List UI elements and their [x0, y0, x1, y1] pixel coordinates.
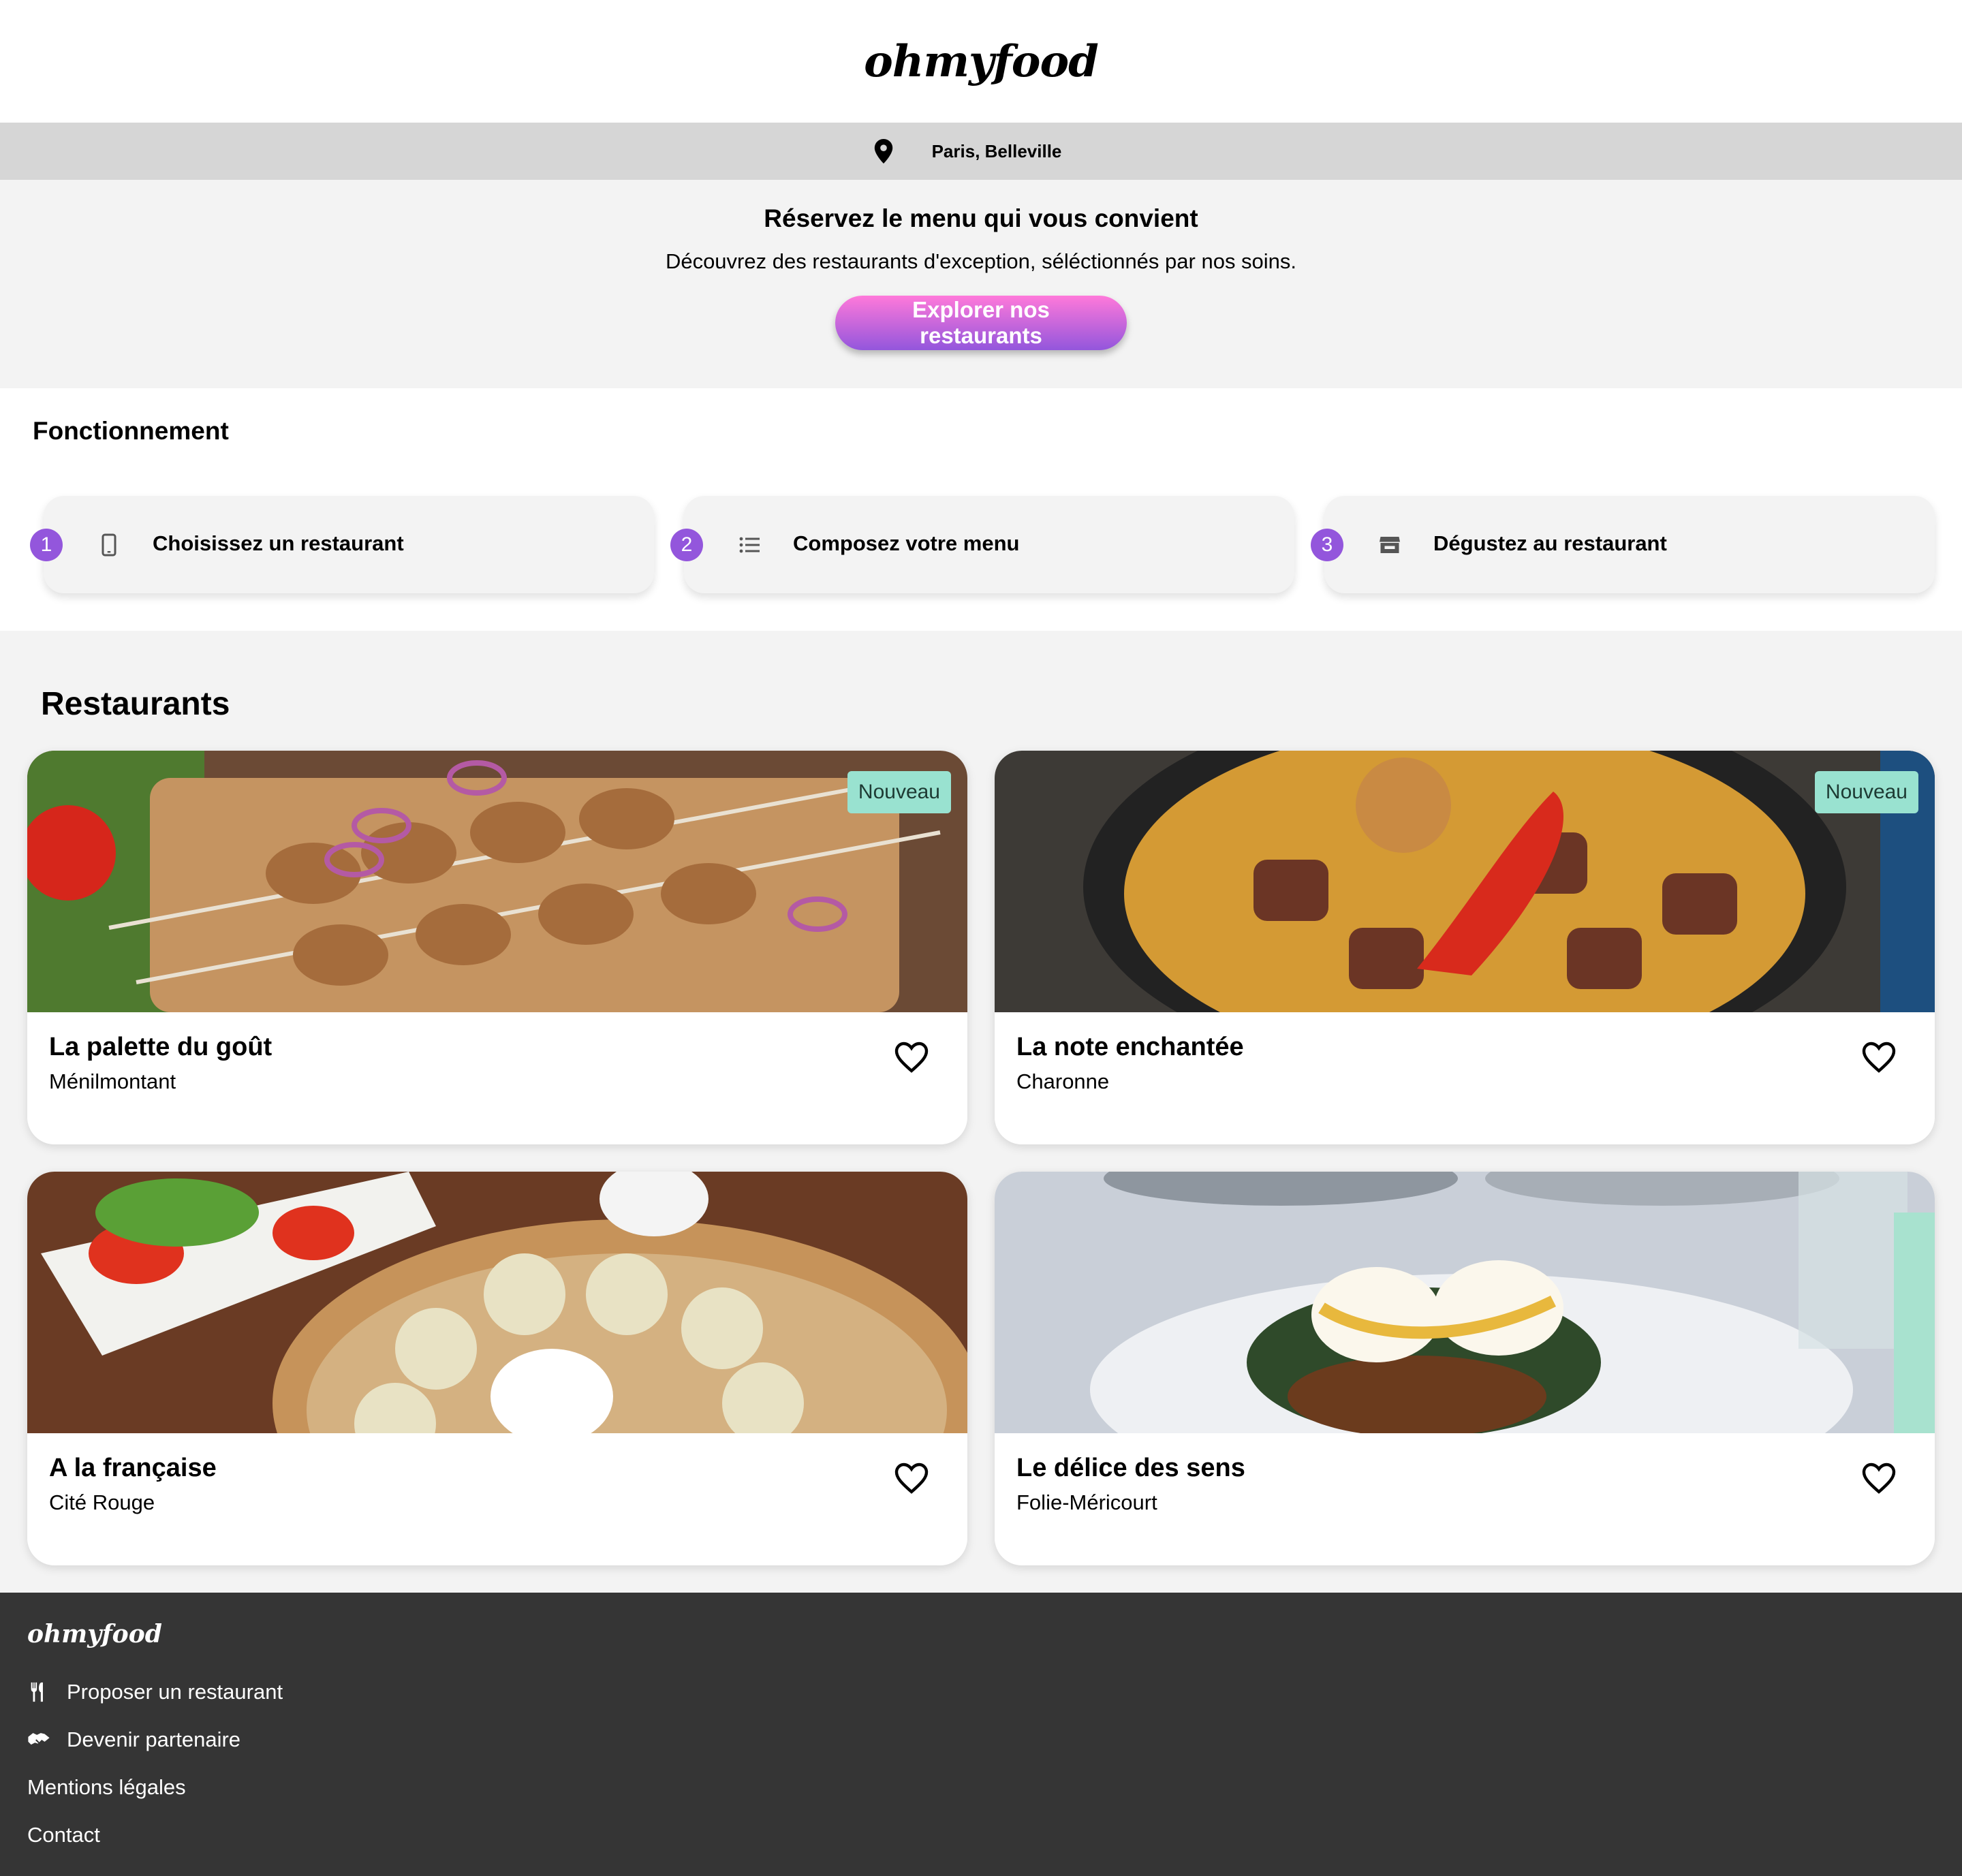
restaurant-area: Charonne: [1016, 1069, 1110, 1093]
steps-list: 1 Choisissez un restaurant 2 Composez vo…: [30, 496, 1937, 605]
footer-link-label: Proposer un restaurant: [67, 1680, 283, 1704]
hero-subtitle: Découvrez des restaurants d'exception, s…: [665, 249, 1297, 273]
restaurant-card[interactable]: Nouveau La note enchantée Charonne: [995, 751, 1935, 1144]
restaurant-area: Ménilmontant: [49, 1069, 176, 1093]
smartphone-icon: [102, 533, 116, 557]
heart-icon[interactable]: [1861, 1041, 1897, 1074]
restaurants-title: Restaurants: [41, 686, 230, 722]
footer-link-label: Devenir partenaire: [67, 1728, 241, 1751]
list-icon: [739, 537, 760, 553]
restaurant-area: Cité Rouge: [49, 1490, 155, 1514]
step-3: 3 Dégustez au restaurant: [1311, 496, 1935, 593]
explore-restaurants-button[interactable]: Explorer nos restaurants: [835, 296, 1127, 350]
footer-link-label: Mentions légales: [27, 1775, 186, 1799]
restaurant-card[interactable]: Nouveau La palette du goût Ménilmontant: [27, 751, 967, 1144]
footer-logo[interactable]: ohmyfood: [27, 1620, 162, 1648]
site-footer: ohmyfood Proposer un restaurant Devenir …: [0, 1593, 1962, 1876]
heart-icon[interactable]: [894, 1462, 929, 1495]
heart-icon[interactable]: [1861, 1462, 1897, 1495]
restaurant-image: [995, 751, 1935, 1012]
restaurant-image: [27, 1172, 967, 1433]
step-label: Dégustez au restaurant: [1433, 531, 1667, 555]
new-badge: Nouveau: [847, 771, 951, 813]
how-it-works-section: Fonctionnement 1 Choisissez un restauran…: [0, 388, 1962, 631]
utensils-icon: [31, 1682, 43, 1702]
location-bar: Paris, Belleville: [0, 123, 1962, 180]
restaurant-area: Folie-Méricourt: [1016, 1490, 1157, 1514]
footer-link-contact[interactable]: Contact: [27, 1823, 100, 1847]
restaurant-name: Le délice des sens: [1016, 1454, 1245, 1482]
step-number: 1: [30, 529, 63, 561]
step-number: 2: [670, 529, 703, 561]
restaurant-image: [995, 1172, 1935, 1433]
site-header: ohmyfood: [0, 0, 1962, 123]
how-title: Fonctionnement: [33, 417, 229, 445]
step-label: Choisissez un restaurant: [153, 531, 404, 555]
store-icon: [1380, 537, 1400, 553]
footer-link-label: Contact: [27, 1823, 100, 1847]
hero-title: Réservez le menu qui vous convient: [764, 204, 1198, 232]
restaurant-card[interactable]: A la française Cité Rouge: [27, 1172, 967, 1565]
hero-section: Réservez le menu qui vous convient Décou…: [0, 180, 1962, 388]
map-pin-icon: [874, 139, 892, 163]
restaurant-card[interactable]: Le délice des sens Folie-Méricourt: [995, 1172, 1935, 1565]
site-logo[interactable]: ohmyfood: [864, 36, 1099, 87]
new-badge: Nouveau: [1814, 771, 1918, 813]
step-2: 2 Composez votre menu: [670, 496, 1294, 593]
step-number: 3: [1311, 529, 1343, 561]
restaurant-name: La note enchantée: [1016, 1033, 1244, 1061]
heart-icon[interactable]: [894, 1041, 929, 1074]
restaurant-name: A la française: [49, 1454, 217, 1482]
location-text: Paris, Belleville: [931, 140, 1062, 161]
step-label: Composez votre menu: [793, 531, 1020, 555]
restaurants-section: Restaurants Nouveau La palette du goût M…: [0, 631, 1962, 1593]
footer-link-propose-restaurant[interactable]: Proposer un restaurant: [27, 1680, 283, 1704]
handshake-icon: [28, 1733, 50, 1745]
footer-link-legal[interactable]: Mentions légales: [27, 1775, 186, 1800]
step-1: 1 Choisissez un restaurant: [30, 496, 654, 593]
restaurant-name: La palette du goût: [49, 1033, 272, 1061]
footer-link-become-partner[interactable]: Devenir partenaire: [27, 1728, 240, 1752]
restaurant-image: [27, 751, 967, 1012]
